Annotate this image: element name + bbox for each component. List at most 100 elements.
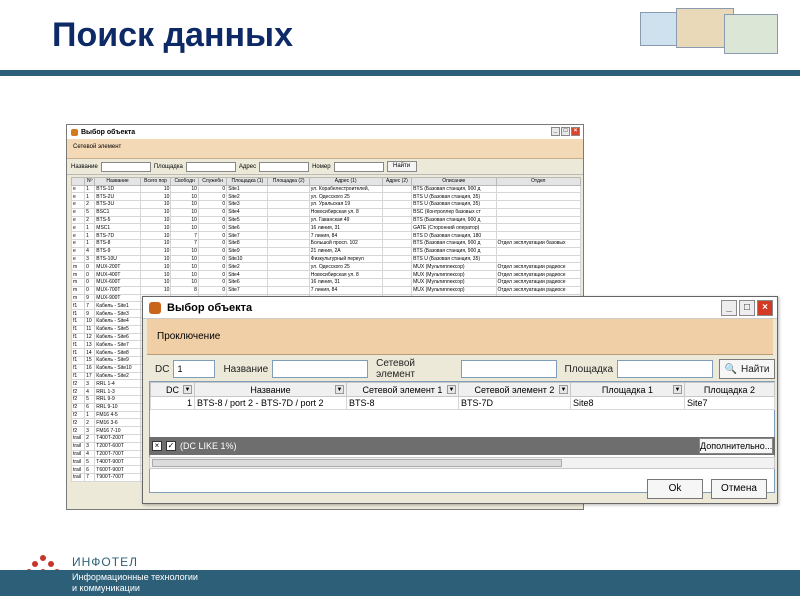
horizontal-scrollbar[interactable]: [149, 457, 775, 469]
bg-table-cell: Кабель - Site9: [94, 356, 141, 365]
bg-table-cell: Site7: [226, 231, 269, 241]
column-filter-dropdown-icon[interactable]: ▼: [183, 385, 192, 394]
bg-table-cell: trail: [70, 472, 86, 482]
bg-column-header[interactable]: Адрес (2): [381, 177, 413, 186]
bg-table-row[interactable]: e 3 BTS-10U 10 10 0 Site10 Физкультурный переул…: [70, 254, 581, 264]
column-header[interactable]: Площадка 2: [684, 382, 775, 397]
more-button[interactable]: Дополнительно...: [699, 438, 773, 454]
bg-column-header[interactable]: Площадка (2): [267, 177, 310, 186]
bg-table-cell: 1: [84, 410, 96, 420]
bg-number-input[interactable]: [333, 161, 384, 172]
bg-column-header[interactable]: Адрес (1): [308, 177, 383, 186]
bg-table-row[interactable]: m 0 MUX-700Т 10 8 0 Site7 7 линия, 84 MUX (Мульт…: [70, 285, 581, 295]
bg-address-input[interactable]: [259, 161, 310, 172]
bg-name-input[interactable]: [100, 161, 151, 172]
bg-table-cell: 10: [139, 285, 172, 295]
bg-table-cell: Site4: [226, 207, 269, 217]
bg-table-cell: 6: [84, 465, 96, 474]
bg-table-cell: 0: [197, 254, 228, 264]
close-icon[interactable]: ×: [571, 127, 580, 136]
bg-table-cell: [495, 215, 581, 225]
column-header[interactable]: DC ▼: [150, 382, 195, 397]
bg-column-header[interactable]: Всего пор: [139, 177, 172, 186]
bg-column-header[interactable]: [70, 177, 86, 186]
bg-table-row[interactable]: m 0 MUX-200Т 10 10 0 Site2 ул. Одесского 25 MUX …: [70, 262, 581, 272]
bg-table-cell: Кабель - Site5: [94, 324, 141, 334]
minimize-icon[interactable]: _: [721, 300, 737, 316]
bg-window-title: Выбор объекта: [81, 128, 136, 136]
bg-table-cell: [495, 207, 581, 217]
bg-table-cell: FM16 3-6: [94, 418, 141, 428]
bg-table-cell: m: [70, 285, 86, 295]
bg-table-cell: 10: [139, 254, 172, 264]
bg-table-cell: [381, 262, 413, 272]
table-cell: Site8: [570, 396, 685, 410]
bg-column-header[interactable]: Отдел: [495, 177, 581, 186]
tagline-line-1: Информационные технологии: [72, 572, 198, 582]
bg-table-row[interactable]: e 4 BTS-9 10 10 0 Site9 21 линия, 2А BTS (Базова…: [70, 246, 581, 256]
bg-table-cell: 10: [139, 184, 172, 194]
bg-table-cell: Отдел эксплуатации радиосе: [495, 262, 581, 272]
bg-table-row[interactable]: e 1 MSC1 10 10 0 Site6 16 линия, 31 GATE (Сторон…: [70, 223, 581, 233]
bg-table-row[interactable]: e 1 BTS-8 10 7 0 Site8 Большой просп. 102 BTS (Б…: [70, 239, 581, 248]
dc-input[interactable]: [173, 360, 216, 378]
site-input[interactable]: [617, 360, 714, 378]
column-filter-dropdown-icon[interactable]: ▼: [673, 385, 682, 394]
bg-column-header[interactable]: Свободн: [170, 177, 199, 186]
column-filter-dropdown-icon[interactable]: ▼: [447, 385, 456, 394]
bg-table-cell: trail: [70, 449, 86, 459]
column-filter-dropdown-icon[interactable]: ▼: [335, 385, 344, 394]
bg-table-row[interactable]: e 1 BTS-1D 10 10 0 Site1 ул. Корабелестроителей…: [70, 184, 581, 194]
bg-table-cell: f1: [70, 301, 86, 311]
bg-table-row[interactable]: e 1 BTS-2U 10 10 0 Site2 ул. Одесского 25 BTS U …: [70, 192, 581, 202]
filter-enabled-checkbox[interactable]: ✓: [166, 441, 176, 451]
column-header[interactable]: Площадка 1 ▼: [570, 382, 685, 397]
net-element-input[interactable]: [460, 360, 557, 378]
bg-table-cell: Site4: [226, 270, 269, 280]
bg-table-cell: 12: [84, 332, 96, 342]
column-filter-dropdown-icon[interactable]: ▼: [559, 385, 568, 394]
name-input[interactable]: [272, 360, 369, 378]
bg-table-cell: f1: [70, 371, 86, 381]
bg-table-row[interactable]: e 2 BTS-3U 10 10 0 Site3 ул. Уральская 19 BTS U …: [70, 200, 581, 209]
bg-table-cell: Отдел эксплуатации радиосе: [495, 278, 581, 287]
bg-table-cell: 10: [170, 200, 199, 209]
bg-table-cell: [267, 200, 310, 209]
table-cell: BTS-8: [346, 396, 459, 410]
search-button[interactable]: 🔍 Найти: [719, 359, 776, 379]
bg-table-cell: f2: [70, 395, 86, 404]
bg-column-header[interactable]: Служебн: [197, 177, 228, 186]
clear-filter-icon[interactable]: ×: [152, 441, 162, 451]
bg-column-header[interactable]: Площадка (1): [226, 177, 269, 186]
bg-column-header[interactable]: Название: [94, 177, 141, 186]
column-header[interactable]: Сетевой элемент 2 ▼: [458, 382, 571, 397]
bg-table-cell: RRL 9-10: [94, 402, 141, 412]
dc-label: DC: [155, 363, 170, 375]
bg-column-header[interactable]: Nº: [84, 177, 96, 186]
bg-site-input[interactable]: [185, 161, 236, 172]
bg-table-row[interactable]: m 0 MUX-600Т 10 10 0 Site6 16 линия, 31 MUX (Мул…: [70, 278, 581, 287]
bg-table-cell: 10: [170, 192, 199, 202]
bg-table-row[interactable]: e 2 BTS-5 10 10 0 Site5 ул. Гаванская 49 BTS (Ба…: [70, 215, 581, 225]
bg-table-cell: m: [70, 262, 86, 272]
bg-column-header[interactable]: Описание: [411, 177, 497, 186]
scrollbar-thumb[interactable]: [152, 459, 562, 467]
bg-table-row[interactable]: e 1 BTS-7D 10 7 0 Site7 7 линия, 84 BTS D (Базов…: [70, 231, 581, 241]
maximize-icon[interactable]: □: [739, 300, 755, 316]
table-row[interactable]: 1 BTS-8 / port 2 - BTS-7D / port 2 BTS-8 BT…: [150, 396, 775, 410]
bg-table-cell: Site5: [226, 215, 269, 225]
close-icon[interactable]: ×: [757, 300, 773, 316]
bg-search-button[interactable]: Найти: [386, 161, 417, 172]
bg-table-cell: 1: [84, 239, 96, 248]
cancel-button[interactable]: Отмена: [711, 479, 767, 499]
column-header[interactable]: Название ▼: [194, 382, 347, 397]
bg-table-row[interactable]: m 0 MUX-400Т 10 10 0 Site4 Новосибирская ул. 8M…: [70, 270, 581, 280]
bg-table-cell: GATE (Сторонний оператор): [411, 223, 497, 233]
bg-table-row[interactable]: e 5 BSC1 10 10 0 Site4 Новосибирская ул. 8 BSC (…: [70, 207, 581, 217]
bg-name-label: Название: [71, 163, 98, 170]
bg-table-cell: [495, 184, 581, 194]
minimize-icon[interactable]: _: [551, 127, 560, 136]
column-header[interactable]: Сетевой элемент 1 ▼: [346, 382, 459, 397]
maximize-icon[interactable]: □: [561, 127, 570, 136]
ok-button[interactable]: Ok: [647, 479, 703, 499]
